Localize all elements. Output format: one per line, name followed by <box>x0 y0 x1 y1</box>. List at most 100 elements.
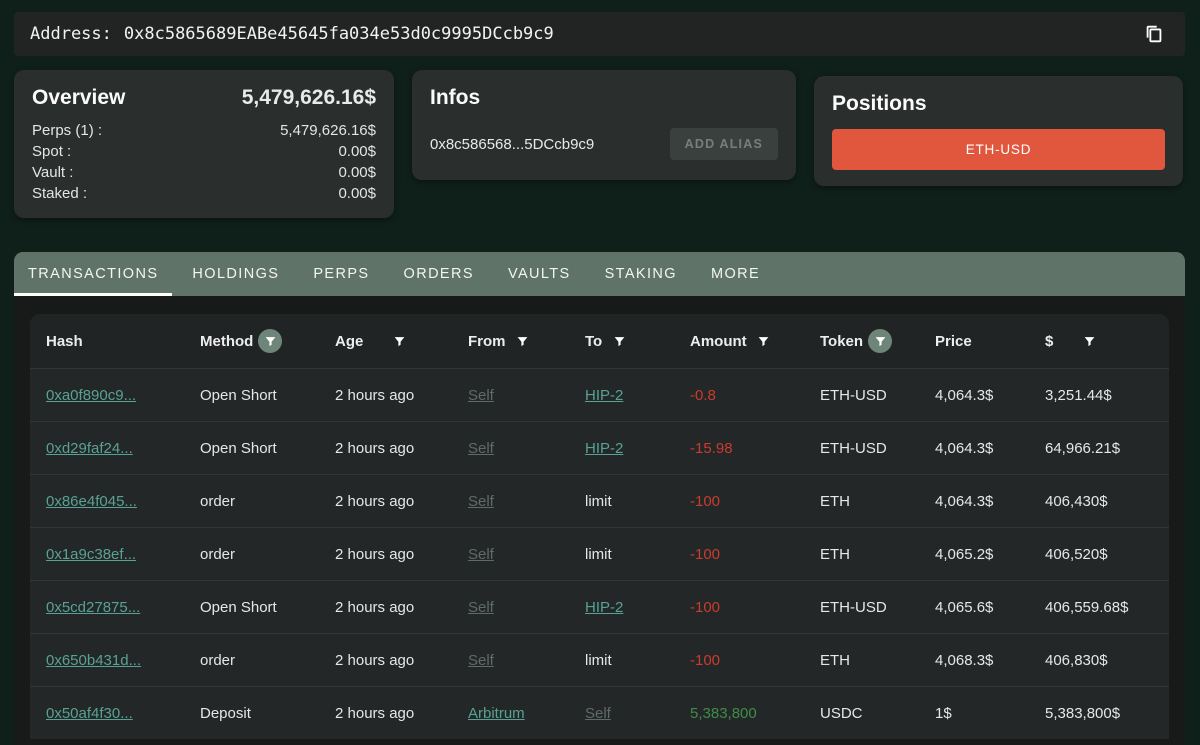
overview-row-label: Staked : <box>32 183 87 204</box>
table-row: 0x86e4f045... order 2 hours ago Self lim… <box>30 474 1169 527</box>
overview-row-value: 5,479,626.16$ <box>280 120 376 141</box>
overview-row: Spot : 0.00$ <box>32 141 376 162</box>
position-eth-usd-button[interactable]: ETH-USD <box>832 129 1165 170</box>
positions-card: Positions ETH-USD <box>814 76 1183 186</box>
column-label: Hash <box>46 333 83 350</box>
tx-usd-value: 3,251.44$ <box>1045 387 1169 404</box>
overview-row: Staked : 0.00$ <box>32 183 376 204</box>
overview-row-value: 0.00$ <box>338 141 376 162</box>
tx-hash-link[interactable]: 0x86e4f045... <box>46 493 137 510</box>
tx-amount: -100 <box>690 652 820 669</box>
tx-method: Open Short <box>200 599 335 616</box>
column-header-usd: $ <box>1045 329 1169 353</box>
overview-row: Perps (1) : 5,479,626.16$ <box>32 120 376 141</box>
column-header-token: Token <box>820 329 935 353</box>
tx-token: ETH-USD <box>820 387 935 404</box>
address-bar: Address: 0x8c5865689EABe45645fa034e53d0c… <box>14 12 1185 56</box>
tx-to-link[interactable]: HIP-2 <box>585 440 623 457</box>
table-row: 0x650b431d... order 2 hours ago Self lim… <box>30 633 1169 686</box>
table-body: 0xa0f890c9... Open Short 2 hours ago Sel… <box>30 368 1169 739</box>
tx-age: 2 hours ago <box>335 440 468 457</box>
tx-price: 4,065.2$ <box>935 546 1045 563</box>
table-header: Hash Method Age From To Amount Token Pri… <box>30 314 1169 368</box>
filter-icon[interactable] <box>607 329 631 353</box>
tx-from-link[interactable]: Self <box>468 440 494 457</box>
tx-to-link[interactable]: Self <box>585 705 611 722</box>
tx-usd-value: 64,966.21$ <box>1045 440 1169 457</box>
tx-age: 2 hours ago <box>335 599 468 616</box>
overview-row-label: Spot : <box>32 141 71 162</box>
column-header-age: Age <box>335 329 468 353</box>
table-row: 0x5cd27875... Open Short 2 hours ago Sel… <box>30 580 1169 633</box>
tx-method: order <box>200 546 335 563</box>
filter-icon[interactable] <box>258 329 282 353</box>
overview-row-value: 0.00$ <box>338 162 376 183</box>
tx-from-link[interactable]: Self <box>468 652 494 669</box>
tx-to-link[interactable]: HIP-2 <box>585 599 623 616</box>
tx-hash-link[interactable]: 0x50af4f30... <box>46 705 133 722</box>
overview-row-label: Perps (1) : <box>32 120 102 141</box>
tab-transactions[interactable]: TRANSACTIONS <box>14 252 172 296</box>
column-label: $ <box>1045 333 1053 350</box>
tab-more[interactable]: MORE <box>697 252 774 296</box>
tab-orders[interactable]: ORDERS <box>390 252 488 296</box>
tx-age: 2 hours ago <box>335 652 468 669</box>
tx-hash-link[interactable]: 0xd29faf24... <box>46 440 133 457</box>
tx-usd-value: 406,559.68$ <box>1045 599 1169 616</box>
positions-title: Positions <box>832 92 1165 116</box>
tx-price: 1$ <box>935 705 1045 722</box>
column-label: Amount <box>690 333 747 350</box>
tx-amount: -100 <box>690 493 820 510</box>
column-label: Age <box>335 333 363 350</box>
filter-icon[interactable] <box>752 329 776 353</box>
tx-to: limit <box>585 546 612 563</box>
tab-staking[interactable]: STAKING <box>591 252 691 296</box>
filter-icon[interactable] <box>1077 329 1101 353</box>
tx-token: ETH <box>820 546 935 563</box>
tx-token: USDC <box>820 705 935 722</box>
column-header-to: To <box>585 329 690 353</box>
table-row: 0xa0f890c9... Open Short 2 hours ago Sel… <box>30 368 1169 421</box>
tx-from-link[interactable]: Self <box>468 387 494 404</box>
overview-row-value: 0.00$ <box>338 183 376 204</box>
tx-from-link[interactable]: Self <box>468 493 494 510</box>
overview-row: Vault : 0.00$ <box>32 162 376 183</box>
tx-method: order <box>200 493 335 510</box>
tab-holdings[interactable]: HOLDINGS <box>178 252 293 296</box>
filter-icon[interactable] <box>868 329 892 353</box>
tx-from-link[interactable]: Arbitrum <box>468 705 525 722</box>
column-label: Price <box>935 333 972 350</box>
address-label: Address: <box>30 24 112 44</box>
filter-icon[interactable] <box>511 329 535 353</box>
summary-cards: Overview 5,479,626.16$ Perps (1) : 5,479… <box>14 70 1185 218</box>
tx-method: order <box>200 652 335 669</box>
copy-icon <box>1143 23 1165 45</box>
tx-hash-link[interactable]: 0x5cd27875... <box>46 599 140 616</box>
tx-usd-value: 5,383,800$ <box>1045 705 1169 722</box>
tx-hash-link[interactable]: 0x1a9c38ef... <box>46 546 136 563</box>
address-value: 0x8c5865689EABe45645fa034e53d0c9995DCcb9… <box>124 24 554 44</box>
tx-to: limit <box>585 652 612 669</box>
overview-card: Overview 5,479,626.16$ Perps (1) : 5,479… <box>14 70 394 218</box>
tab-vaults[interactable]: VAULTS <box>494 252 585 296</box>
add-alias-button[interactable]: ADD ALIAS <box>670 128 778 160</box>
tx-hash-link[interactable]: 0xa0f890c9... <box>46 387 136 404</box>
overview-breakdown: Perps (1) : 5,479,626.16$ Spot : 0.00$ V… <box>32 120 376 204</box>
copy-address-button[interactable] <box>1139 19 1169 49</box>
column-label: From <box>468 333 506 350</box>
table-row: 0x50af4f30... Deposit 2 hours ago Arbitr… <box>30 686 1169 739</box>
tx-token: ETH-USD <box>820 440 935 457</box>
tx-amount: -15.98 <box>690 440 820 457</box>
tab-perps[interactable]: PERPS <box>299 252 383 296</box>
column-header-amount: Amount <box>690 329 820 353</box>
tx-from-link[interactable]: Self <box>468 599 494 616</box>
tx-method: Open Short <box>200 440 335 457</box>
filter-icon[interactable] <box>387 329 411 353</box>
infos-card: Infos 0x8c586568...5DCcb9c9 ADD ALIAS <box>412 70 796 180</box>
tx-to-link[interactable]: HIP-2 <box>585 387 623 404</box>
tx-token: ETH-USD <box>820 599 935 616</box>
tx-hash-link[interactable]: 0x650b431d... <box>46 652 141 669</box>
tx-amount: -100 <box>690 599 820 616</box>
tx-from-link[interactable]: Self <box>468 546 494 563</box>
tx-token: ETH <box>820 652 935 669</box>
